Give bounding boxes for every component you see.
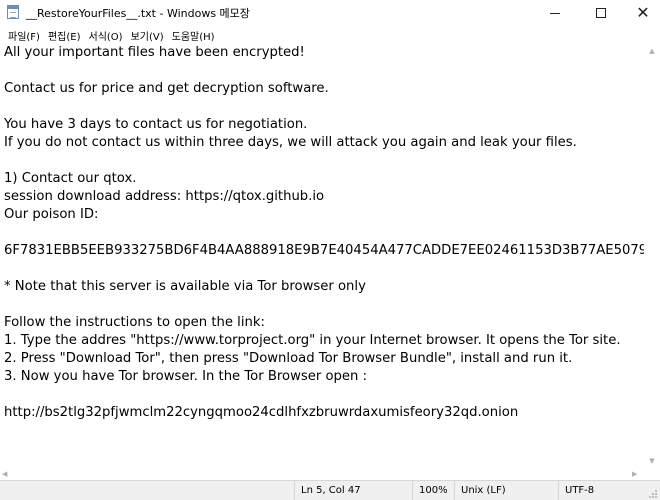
text-line: 1. Type the addres "https://www.torproje… bbox=[4, 333, 621, 348]
menu-view[interactable]: 보기(V) bbox=[127, 28, 168, 43]
text-line: All your important files have been encry… bbox=[4, 45, 305, 60]
window-title: __RestoreYourFiles__.txt - Windows 메모장 bbox=[26, 7, 250, 20]
vertical-scrollbar[interactable]: ▲ ▼ bbox=[644, 44, 660, 468]
close-button[interactable]: ✕ bbox=[620, 0, 660, 26]
line-ending: Unix (LF) bbox=[454, 481, 554, 500]
text-line bbox=[0, 260, 644, 278]
zoom-level: 100% bbox=[412, 481, 452, 500]
menu-edit[interactable]: 편집(E) bbox=[44, 28, 85, 43]
text-line: 2. Press "Download Tor", then press "Dow… bbox=[4, 351, 573, 366]
text-line: Follow the instructions to open the link… bbox=[4, 315, 265, 330]
resize-grip-icon[interactable] bbox=[648, 489, 658, 499]
title-bar: __RestoreYourFiles__.txt - Windows 메모장 ✕ bbox=[0, 0, 660, 26]
scroll-up-icon[interactable]: ▲ bbox=[644, 44, 660, 58]
minimize-icon bbox=[550, 12, 560, 14]
text-line bbox=[0, 152, 644, 170]
text-editor[interactable]: All your important files have been encry… bbox=[0, 44, 644, 468]
text-line: You have 3 days to contact us for negoti… bbox=[4, 117, 308, 132]
menu-help[interactable]: 도움말(H) bbox=[168, 28, 219, 43]
notepad-icon bbox=[7, 5, 19, 19]
horizontal-scrollbar[interactable]: ◀ ▶ bbox=[0, 468, 644, 480]
menu-bar: 파일(F) 편집(E) 서식(O) 보기(V) 도움말(H) bbox=[0, 26, 660, 44]
text-line: * Note that this server is available via… bbox=[4, 279, 366, 294]
text-line: If you do not contact us within three da… bbox=[4, 135, 577, 150]
maximize-icon bbox=[596, 8, 606, 18]
encoding: UTF-8 bbox=[558, 481, 660, 500]
menu-format[interactable]: 서식(O) bbox=[85, 28, 127, 43]
text-line: 3. Now you have Tor browser. In the Tor … bbox=[4, 369, 368, 384]
text-line bbox=[0, 62, 644, 80]
text-line bbox=[0, 224, 644, 242]
scrollbar-corner bbox=[644, 468, 660, 480]
text-line: http://bs2tlg32pfjwmclm22cyngqmoo24cdlhf… bbox=[4, 405, 519, 420]
maximize-button[interactable] bbox=[578, 0, 624, 26]
text-line: Our poison ID: bbox=[4, 207, 99, 222]
text-line bbox=[0, 386, 644, 404]
scroll-left-icon[interactable]: ◀ bbox=[2, 468, 7, 480]
text-line bbox=[0, 296, 644, 314]
status-bar: Ln 5, Col 47 100% Unix (LF) UTF-8 bbox=[0, 480, 660, 500]
scroll-down-icon[interactable]: ▼ bbox=[644, 454, 660, 468]
minimize-button[interactable] bbox=[532, 0, 578, 26]
scroll-right-icon[interactable]: ▶ bbox=[632, 468, 637, 480]
text-line: 6F7831EBB5EEB933275BD6F4B4AA888918E9B7E4… bbox=[4, 243, 644, 258]
text-line: 1) Contact our qtox. bbox=[4, 171, 137, 186]
menu-file[interactable]: 파일(F) bbox=[4, 28, 44, 43]
text-line bbox=[0, 98, 644, 116]
cursor-position: Ln 5, Col 47 bbox=[294, 481, 406, 500]
text-line: Contact us for price and get decryption … bbox=[4, 81, 329, 96]
close-icon: ✕ bbox=[636, 3, 650, 22]
text-line: session download address: https://qtox.g… bbox=[4, 189, 325, 204]
